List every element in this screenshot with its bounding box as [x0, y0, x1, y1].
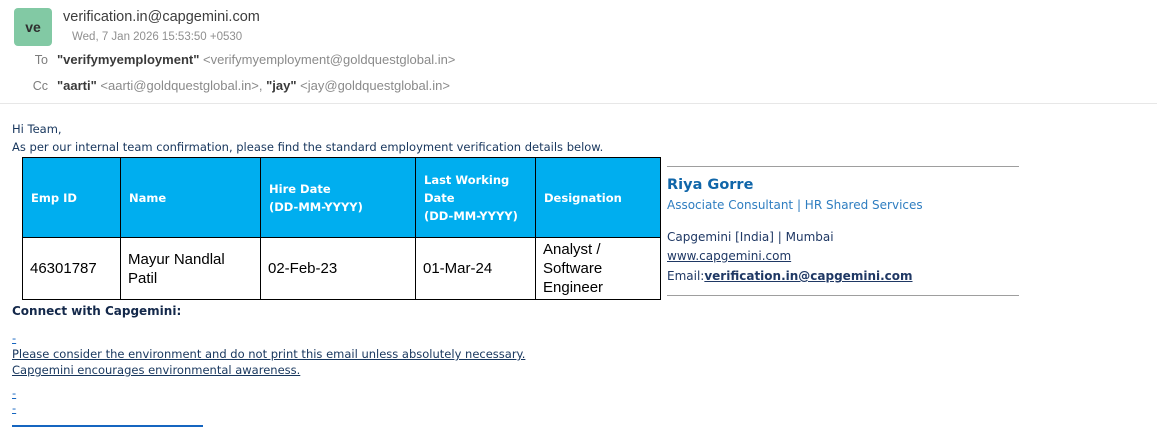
to-recipient-email[interactable]: <verifymyemployment@goldquestglobal.in>	[203, 52, 455, 67]
email-header: ve verification.in@capgemini.com Wed, 7 …	[0, 0, 1157, 104]
header-name: Name	[121, 158, 261, 238]
cc-recipient-name-1[interactable]: "aarti"	[57, 78, 97, 93]
header-emp-id: Emp ID	[23, 158, 121, 238]
signature-name: Riya Gorre	[667, 177, 1019, 193]
header-hire-date: Hire Date (DD-MM-YYYY)	[261, 158, 416, 238]
cell-last-working-date: 01-Mar-24	[416, 238, 536, 300]
sender-avatar[interactable]: ve	[14, 8, 52, 46]
greeting-text: Hi Team,	[12, 122, 62, 136]
cc-label: Cc	[0, 79, 48, 93]
signature-divider-bottom	[667, 295, 1019, 296]
footer-link-1[interactable]: -	[12, 331, 16, 345]
website-link[interactable]: www.capgemini.com	[667, 249, 791, 263]
cc-recipient-email-2[interactable]: <jay@goldquestglobal.in>	[300, 78, 450, 93]
signature-divider-top	[667, 166, 1019, 167]
cell-hire-date: 02-Feb-23	[261, 238, 416, 300]
intro-text: As per our internal team confirmation, p…	[12, 140, 603, 154]
header-designation: Designation	[536, 158, 661, 238]
signature-company: Capgemini [India] | Mumbai	[667, 230, 1019, 244]
cell-designation: Analyst / Software Engineer	[536, 238, 661, 300]
header-last-working-date: Last Working Date (DD-MM-YYYY)	[416, 158, 536, 238]
table-row: 46301787 Mayur Nandlal Patil 02-Feb-23 0…	[23, 238, 661, 300]
signature-email-link[interactable]: verification.in@capgemini.com	[704, 269, 912, 283]
cc-recipient-email-1[interactable]: <aarti@goldquestglobal.in>,	[100, 78, 262, 93]
cell-emp-id: 46301787	[23, 238, 121, 300]
signature-title: Associate Consultant | HR Shared Service…	[667, 198, 1019, 212]
to-label: To	[0, 53, 48, 67]
to-row: To "verifymyemployment" <verifymyemployme…	[0, 52, 455, 67]
environment-note-line-2[interactable]: Capgemini encourages environmental aware…	[12, 363, 300, 377]
footer-link-3[interactable]: -	[12, 401, 16, 415]
cc-row: Cc "aarti" <aarti@goldquestglobal.in>, "j…	[0, 78, 450, 93]
email-label: Email:	[667, 269, 704, 283]
table-header-row: Emp ID Name Hire Date (DD-MM-YYYY) Last …	[23, 158, 661, 238]
connect-with-capgemini-label: Connect with Capgemini:	[12, 304, 181, 318]
email-date: Wed, 7 Jan 2026 15:53:50 +0530	[72, 31, 242, 43]
from-address[interactable]: verification.in@capgemini.com	[63, 9, 260, 25]
footer-link-2[interactable]: -	[12, 386, 16, 400]
cc-recipient-name-2[interactable]: "jay"	[266, 78, 296, 93]
employment-verification-table: Emp ID Name Hire Date (DD-MM-YYYY) Last …	[22, 157, 661, 300]
to-recipient-name[interactable]: "verifymyemployment"	[57, 52, 199, 67]
environment-note-line-1[interactable]: Please consider the environment and do n…	[12, 347, 525, 361]
footer-link-underline[interactable]	[12, 425, 203, 427]
signature-block: Riya Gorre Associate Consultant | HR Sha…	[667, 166, 1019, 296]
cell-name: Mayur Nandlal Patil	[121, 238, 261, 300]
